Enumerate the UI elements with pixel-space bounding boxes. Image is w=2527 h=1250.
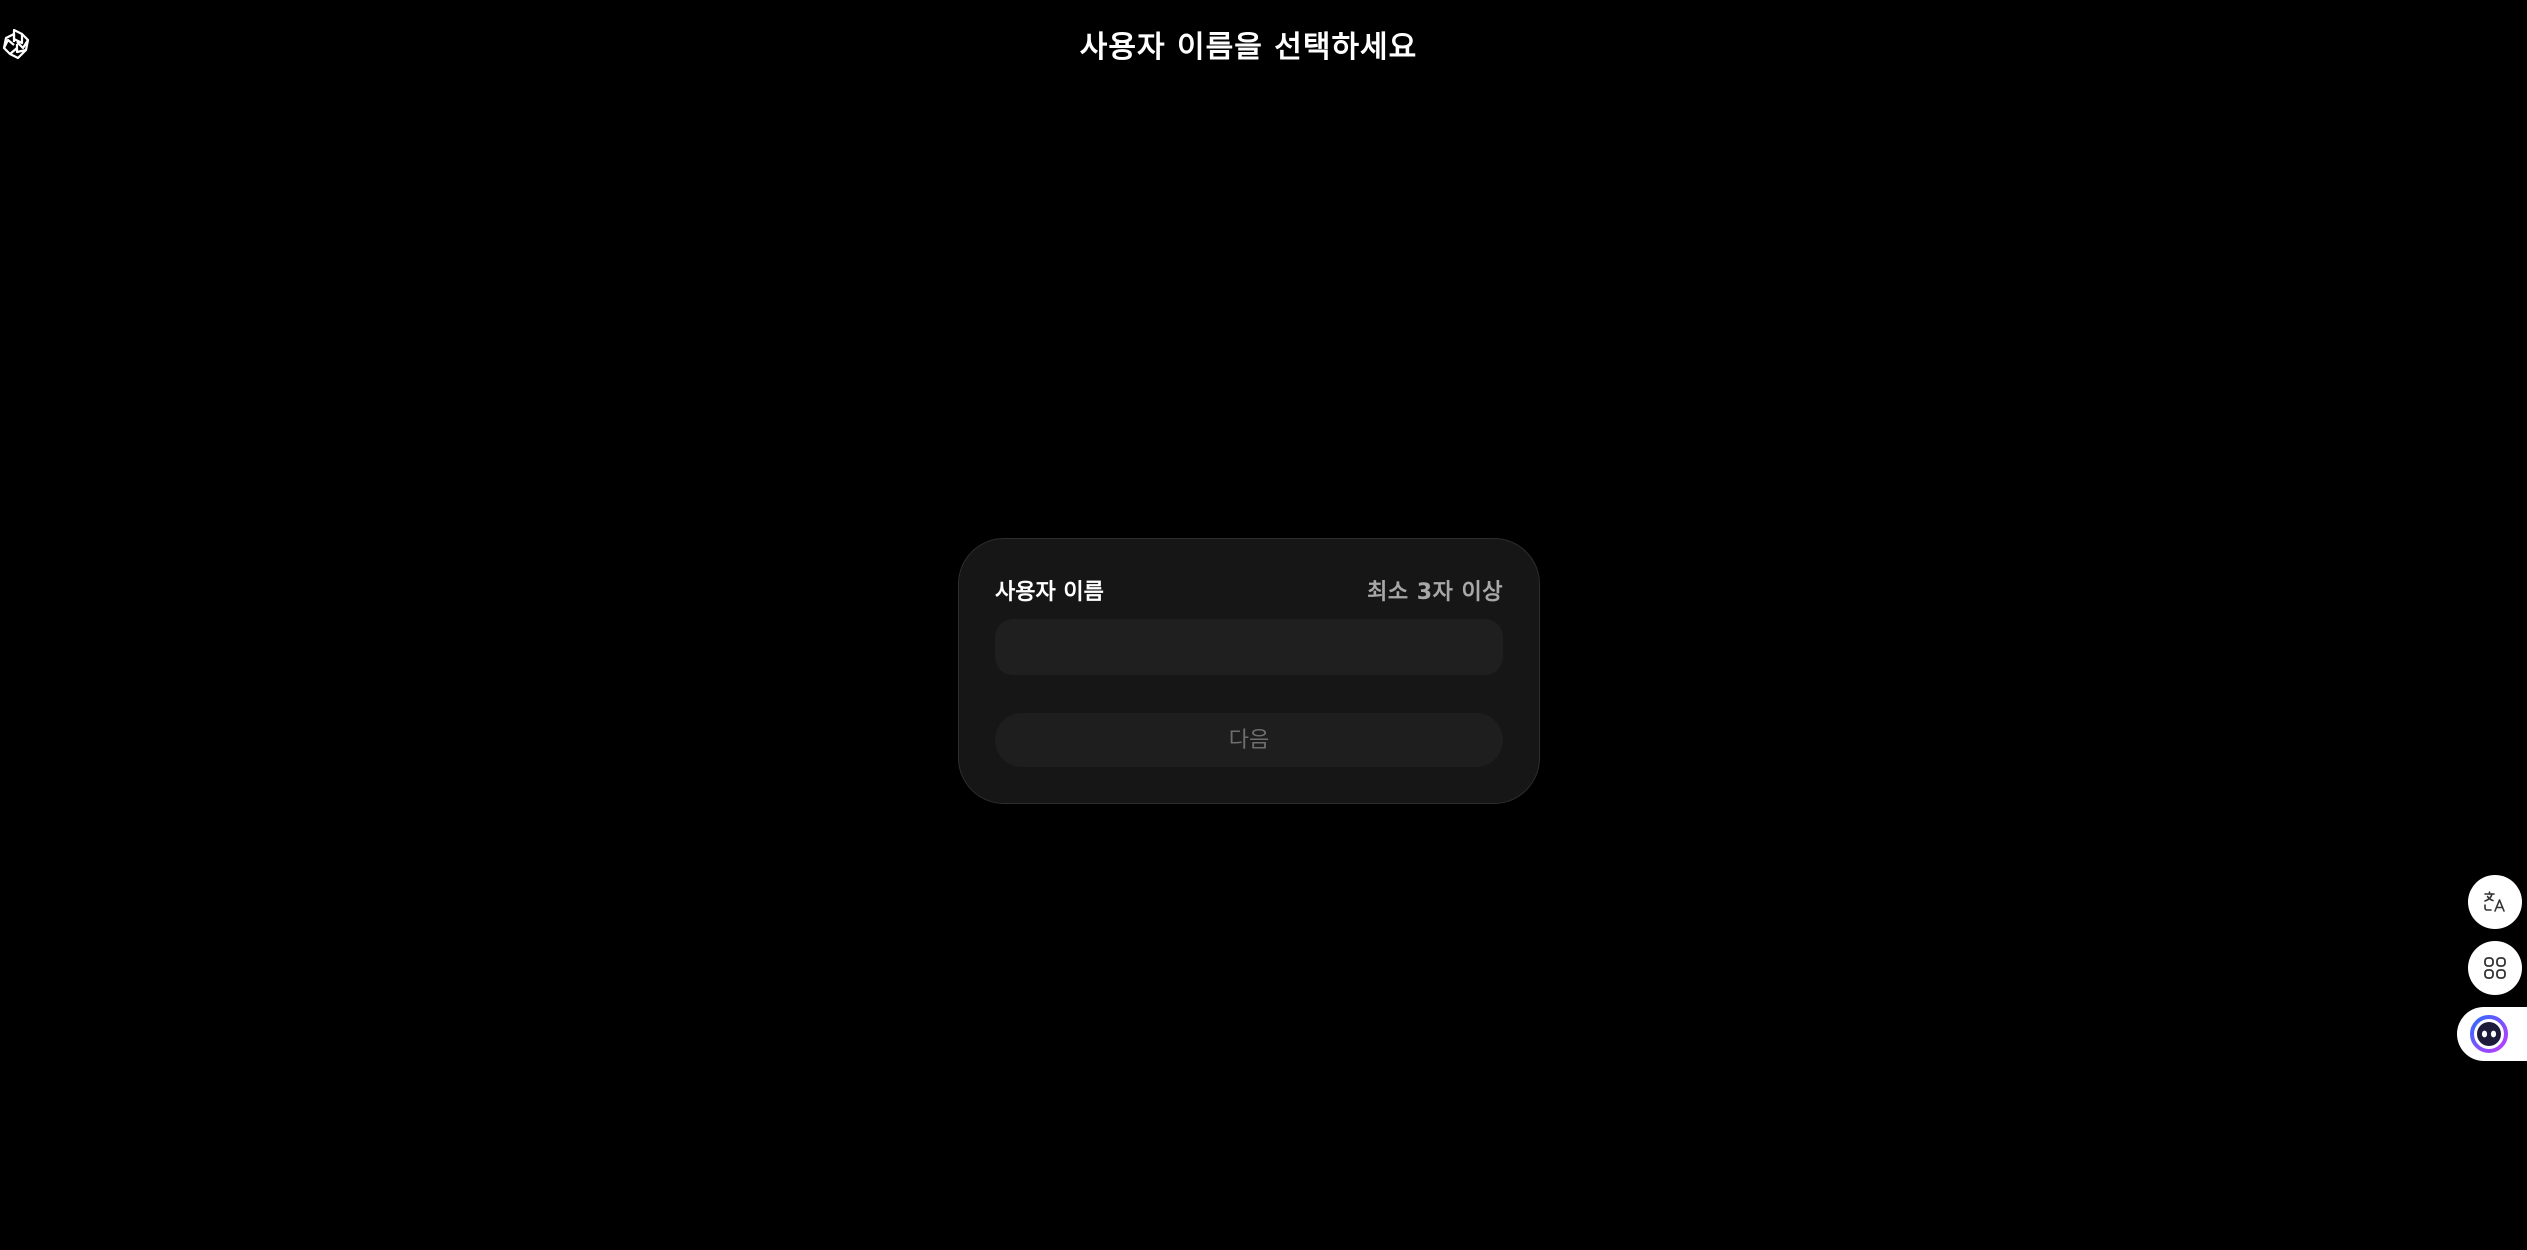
page-root: 사용자 이름을 선택하세요 사용자 이름 최소 3자 이상 다음 xyxy=(0,0,2527,1250)
page-title: 사용자 이름을 선택하세요 xyxy=(1079,30,1418,65)
next-button[interactable]: 다음 xyxy=(995,713,1503,767)
username-card: 사용자 이름 최소 3자 이상 다음 xyxy=(958,538,1540,804)
card-header: 사용자 이름 최소 3자 이상 xyxy=(995,575,1503,605)
assistant-button[interactable] xyxy=(2457,1007,2527,1061)
translate-icon xyxy=(2482,889,2508,915)
translate-button[interactable] xyxy=(2468,875,2522,929)
apps-button[interactable] xyxy=(2468,941,2522,995)
username-label: 사용자 이름 xyxy=(995,580,1104,605)
username-input[interactable] xyxy=(995,619,1503,675)
assistant-face-icon xyxy=(2469,1014,2509,1054)
min-length-hint: 최소 3자 이상 xyxy=(1367,580,1503,605)
apps-grid-icon xyxy=(2482,955,2508,981)
